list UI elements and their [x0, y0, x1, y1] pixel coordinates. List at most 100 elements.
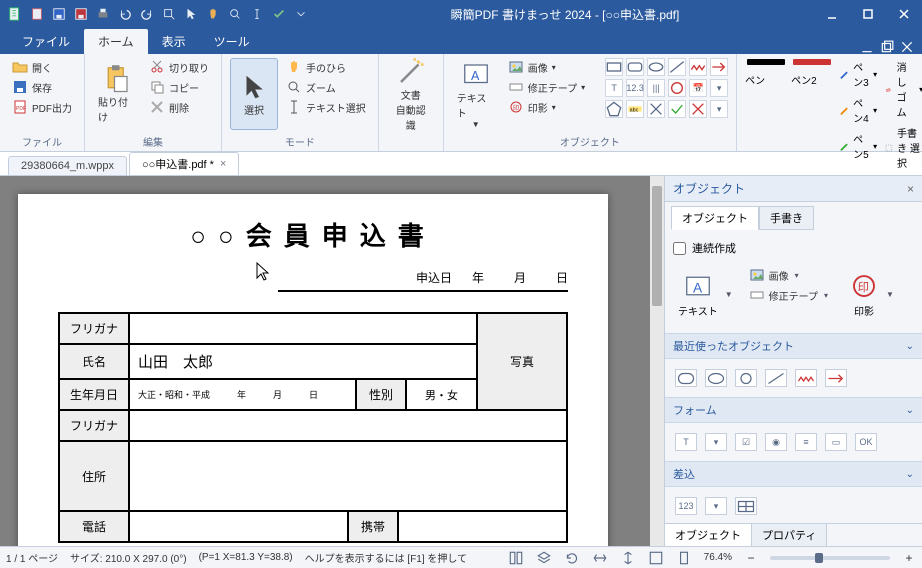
side-tape-button[interactable]: 修正テープ▾	[745, 286, 834, 304]
pen3-button[interactable]: ペン3▾	[837, 58, 879, 90]
recent-zigzag[interactable]	[795, 369, 817, 387]
print-icon[interactable]	[94, 5, 112, 23]
shape-check[interactable]	[668, 100, 686, 118]
side-subtab-objects[interactable]: オブジェクト	[671, 206, 759, 230]
form-comb[interactable]: |||	[647, 79, 665, 97]
hand-select-button[interactable]: 手書き 選択	[883, 124, 922, 171]
bottom-tab-properties[interactable]: プロパティ	[752, 524, 827, 546]
shape-line[interactable]	[668, 58, 686, 76]
continuous-create-checkbox[interactable]: 連続作成	[671, 236, 916, 260]
recent-ellipse[interactable]	[705, 369, 727, 387]
zoom-out-button[interactable]: −	[744, 551, 758, 565]
side-text-button[interactable]: Aテキスト	[673, 266, 723, 323]
new-icon[interactable]	[28, 5, 46, 23]
form-numfield[interactable]: 12.3	[626, 79, 644, 97]
pen2-button[interactable]	[791, 58, 833, 66]
qat-dropdown-icon[interactable]	[292, 5, 310, 23]
form-textfield[interactable]: T	[605, 79, 623, 97]
recent-circle[interactable]	[735, 369, 757, 387]
cut-button[interactable]: 切り取り	[145, 58, 213, 76]
tape-object-button[interactable]: 修正テープ▾	[504, 78, 589, 96]
td-name[interactable]: 山田 太郎	[129, 344, 477, 379]
stamp-object-button[interactable]: 印印影▾	[504, 98, 589, 116]
pen5-button[interactable]: ペン5▾	[837, 130, 879, 162]
text-object-button[interactable]: Aテキスト▼	[452, 58, 500, 130]
document-page[interactable]: ○○会員申込書 申込日 年月日 フリガナ 写真 氏名 山田 太郎 生年月日	[18, 194, 608, 546]
photo-cell[interactable]: 写真	[477, 313, 567, 410]
section-insert[interactable]: 差込⌄	[665, 461, 922, 487]
td-phone[interactable]	[130, 512, 348, 541]
shape-more[interactable]: ▾	[710, 100, 728, 118]
form-stamp[interactable]	[668, 79, 686, 97]
open-button[interactable]: 開く	[8, 58, 76, 76]
recent-line[interactable]	[765, 369, 787, 387]
sb-layer-icon[interactable]	[536, 550, 552, 566]
td-address[interactable]	[129, 441, 567, 511]
mdi-minimize-icon[interactable]	[860, 40, 874, 54]
sb-height-icon[interactable]	[620, 550, 636, 566]
shape-arrow[interactable]	[710, 58, 728, 76]
stamp-dropdown[interactable]: ▼	[884, 290, 896, 299]
tab-close-icon[interactable]: ×	[220, 158, 226, 170]
sb-fit-icon[interactable]	[648, 550, 664, 566]
app-logo-icon[interactable]	[6, 5, 24, 23]
td-addr-furigana[interactable]	[129, 410, 567, 441]
form-date[interactable]: 📅	[689, 79, 707, 97]
ibeam-icon[interactable]	[248, 5, 266, 23]
recent-arrow[interactable]	[825, 369, 847, 387]
canvas-area[interactable]: ○○会員申込書 申込日 年月日 フリガナ 写真 氏名 山田 太郎 生年月日	[0, 176, 664, 546]
form-button[interactable]: OK	[855, 433, 877, 451]
shape-polygon[interactable]	[605, 100, 623, 118]
td-mobile[interactable]	[398, 512, 566, 541]
form-list[interactable]: ≡	[795, 433, 817, 451]
td-furigana[interactable]	[129, 313, 477, 344]
hand-mode-button[interactable]: 手のひら	[282, 58, 370, 76]
redo-icon[interactable]	[138, 5, 156, 23]
pen1-button[interactable]	[745, 58, 787, 66]
section-recent[interactable]: 最近使ったオブジェクト⌄	[665, 333, 922, 359]
text-dropdown[interactable]: ▼	[723, 290, 735, 299]
hand-icon[interactable]	[204, 5, 222, 23]
side-subtab-handwriting[interactable]: 手書き	[759, 206, 814, 230]
zoom-value[interactable]: 76.4%	[704, 552, 732, 563]
form-combo[interactable]: ▭	[825, 433, 847, 451]
side-stamp-button[interactable]: 印印影	[844, 266, 884, 323]
maximize-button[interactable]	[850, 0, 886, 28]
auto-recognize-button[interactable]: 文書 自動認識	[387, 58, 435, 130]
close-button[interactable]	[886, 0, 922, 28]
tab-view[interactable]: 表示	[148, 29, 200, 54]
form-dropdown[interactable]: ▾	[710, 79, 728, 97]
panel-close-icon[interactable]: ×	[907, 182, 914, 196]
form-check[interactable]: ☑	[735, 433, 757, 451]
tab-file[interactable]: ファイル	[8, 29, 84, 54]
mdi-close-icon[interactable]	[900, 40, 914, 54]
check-icon[interactable]	[270, 5, 288, 23]
cursor-icon[interactable]	[182, 5, 200, 23]
undo-icon[interactable]	[116, 5, 134, 23]
form-radio[interactable]: ◉	[765, 433, 787, 451]
insert-field[interactable]: 123	[675, 497, 697, 515]
scroll-thumb[interactable]	[652, 186, 662, 306]
vertical-scrollbar[interactable]	[650, 176, 664, 546]
paste-button[interactable]: 貼り付け	[93, 58, 141, 130]
section-form[interactable]: フォーム⌄	[665, 397, 922, 423]
shape-highlight[interactable]: abc	[626, 100, 644, 118]
recent-roundrect[interactable]	[675, 369, 697, 387]
shape-roundrect[interactable]	[626, 58, 644, 76]
tab-home[interactable]: ホーム	[84, 29, 148, 54]
doc-tab-1[interactable]: 29380664_m.wppx	[8, 156, 127, 175]
sb-refresh-icon[interactable]	[564, 550, 580, 566]
side-image-button[interactable]: 画像▾	[745, 266, 834, 284]
zoom-slider[interactable]	[770, 556, 890, 560]
zoom-icon[interactable]	[160, 5, 178, 23]
shape-x[interactable]	[647, 100, 665, 118]
select-mode-button[interactable]: 選択	[230, 58, 278, 130]
insert-field-dd[interactable]: ▾	[705, 497, 727, 515]
save-button[interactable]: 保存	[8, 78, 76, 96]
shape-cross[interactable]	[689, 100, 707, 118]
eraser-button[interactable]: 消しゴム▾	[883, 58, 922, 120]
zoom-in-button[interactable]: +	[902, 551, 916, 565]
td-birth[interactable]: 大正・昭和・平成 年 月 日	[130, 380, 356, 409]
pen4-button[interactable]: ペン4▾	[837, 94, 879, 126]
insert-table[interactable]	[735, 497, 757, 515]
